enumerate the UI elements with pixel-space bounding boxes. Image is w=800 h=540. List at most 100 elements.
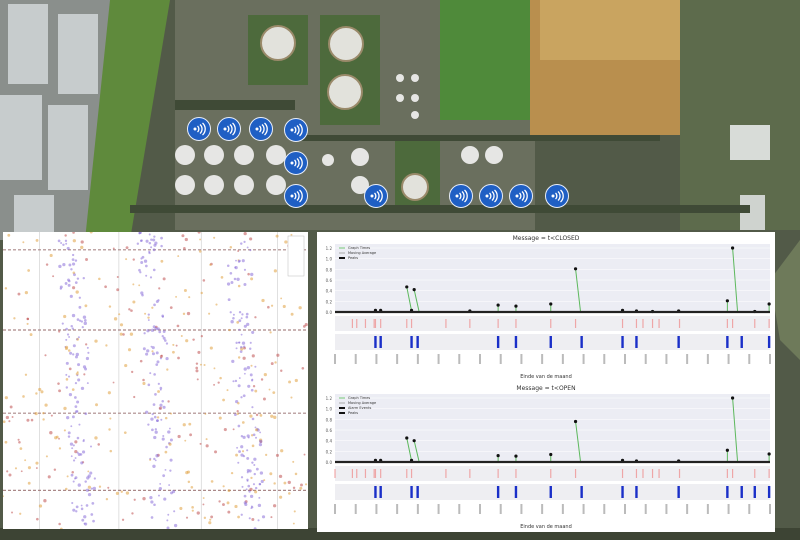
scatter-point: [226, 282, 231, 286]
scatter-point: [209, 518, 212, 521]
scatter-point: [246, 322, 250, 326]
scatter-point: [138, 284, 141, 287]
x-tick-label: [479, 504, 481, 514]
scatter-point: [199, 238, 202, 241]
scatter-point: [143, 332, 146, 335]
scatter-point: [243, 367, 247, 371]
wifi-sensor-icon[interactable]: [545, 184, 569, 208]
scatter-point: [81, 326, 84, 329]
scatter-point: [232, 380, 235, 383]
blue-event-mark: [753, 486, 756, 498]
wifi-sensor-icon[interactable]: [284, 151, 308, 175]
wifi-sensor-icon[interactable]: [217, 117, 241, 141]
scatter-point: [189, 433, 192, 437]
scatter-point: [57, 382, 60, 385]
blue-event-mark: [726, 336, 729, 348]
y-tick-label: 0.8: [326, 417, 333, 422]
scatter-point: [222, 503, 225, 506]
scatter-point: [109, 449, 113, 453]
scatter-point: [173, 523, 178, 528]
peak-point: [549, 452, 553, 457]
scatter-point: [237, 341, 241, 344]
wifi-sensor-icon[interactable]: [249, 117, 273, 141]
scatter-point: [226, 501, 230, 505]
scatter-point: [72, 444, 75, 447]
scatter-point: [92, 519, 95, 523]
wifi-sensor-icon[interactable]: [479, 184, 503, 208]
x-tick-label: [479, 354, 481, 364]
scatter-point: [65, 345, 69, 349]
scatter-point: [87, 470, 90, 473]
scatter-point: [150, 417, 154, 421]
scatter-point: [180, 334, 183, 337]
scatter-point: [218, 500, 221, 503]
scatter-point: [121, 518, 125, 521]
scatter-point: [145, 410, 149, 414]
blue-event-mark: [740, 336, 743, 348]
scatter-point: [249, 237, 253, 241]
scatter-point: [72, 459, 76, 462]
scatter-point: [147, 319, 150, 321]
scatter-point: [69, 351, 73, 355]
scatter-point: [8, 420, 11, 423]
scatter-point: [139, 359, 143, 363]
scatter-point: [77, 336, 80, 339]
scatter-point: [153, 373, 156, 376]
scatter-point: [243, 346, 246, 350]
scatter-point: [162, 277, 166, 281]
scatter-point: [160, 418, 163, 421]
scatter-point: [65, 386, 69, 389]
scatter-point: [85, 488, 90, 492]
scatter-point: [70, 455, 73, 458]
scatter-point: [105, 497, 109, 501]
scatter-point: [72, 344, 76, 348]
wifi-sensor-icon[interactable]: [284, 118, 308, 142]
scatter-point: [141, 293, 144, 297]
wifi-sensor-icon[interactable]: [449, 184, 473, 208]
scatter-point: [95, 403, 99, 407]
scatter-point: [83, 321, 87, 326]
scatter-point: [155, 363, 159, 367]
scatter-point: [250, 364, 253, 367]
scatter-point: [187, 480, 191, 484]
scatter-point: [65, 338, 68, 341]
blue-event-mark: [726, 486, 729, 498]
x-tick-label: [520, 504, 523, 514]
blue-event-mark: [514, 486, 518, 498]
wifi-sensor-icon[interactable]: [187, 117, 211, 141]
scatter-point: [298, 306, 302, 310]
blue-event-mark: [410, 336, 413, 348]
scatter-point: [67, 375, 71, 378]
scatter-point: [65, 373, 68, 376]
scatter-point: [251, 378, 254, 381]
wifi-sensor-icon[interactable]: [509, 184, 533, 208]
scatter-point: [273, 415, 277, 419]
scatter-point: [19, 447, 23, 450]
scatter-point: [71, 388, 75, 391]
scatter-point: [156, 360, 160, 364]
scatter-point: [229, 246, 233, 249]
scatter-point: [67, 349, 71, 352]
scatter-point: [235, 453, 238, 457]
wifi-sensor-icon[interactable]: [284, 184, 308, 208]
scatter-point: [107, 486, 110, 489]
blue-event-mark: [635, 336, 638, 348]
scatter-point: [258, 496, 261, 499]
scatter-point: [172, 343, 175, 346]
scatter-point: [11, 416, 14, 418]
scatter-point: [185, 471, 189, 475]
wifi-sensor-icon[interactable]: [364, 184, 388, 208]
scatter-point: [82, 276, 85, 280]
peak-point: [412, 288, 416, 292]
scatter-point: [219, 376, 222, 380]
scatter-point: [195, 366, 199, 370]
blue-event-mark: [549, 486, 552, 498]
blue-event-mark: [374, 336, 377, 348]
scatter-point: [240, 333, 243, 336]
scatter-point: [303, 453, 306, 456]
scatter-point: [251, 517, 255, 521]
legend-label: Graph Times: [348, 396, 370, 400]
scatter-point: [260, 378, 264, 381]
scatter-point: [293, 510, 296, 513]
scatter-point: [19, 512, 22, 515]
